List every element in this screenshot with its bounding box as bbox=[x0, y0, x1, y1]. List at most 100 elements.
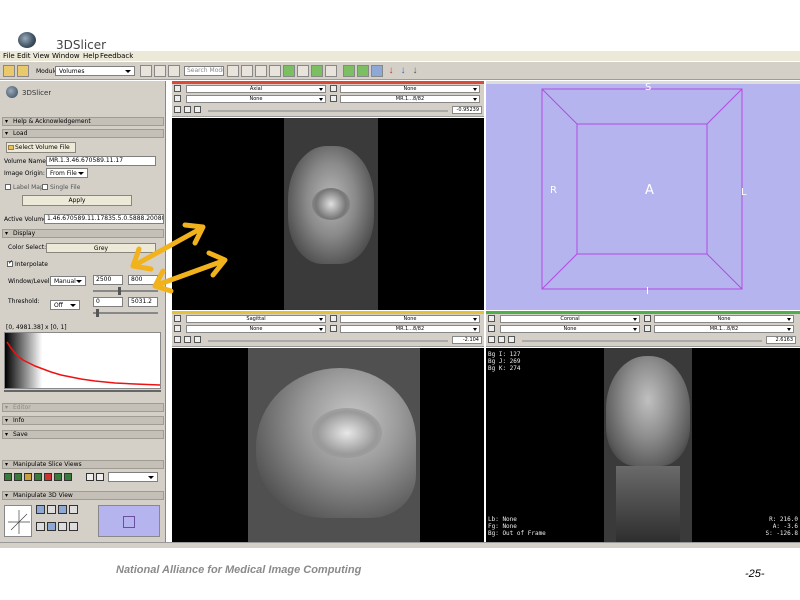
axial-label-icon[interactable] bbox=[174, 95, 181, 102]
menu-edit[interactable]: Edit bbox=[17, 51, 31, 61]
window-slider-handle[interactable] bbox=[118, 287, 121, 295]
axial-fg-icon[interactable] bbox=[330, 85, 337, 92]
layout-1-icon[interactable] bbox=[343, 65, 355, 77]
axes-widget[interactable] bbox=[4, 505, 32, 537]
section-load[interactable]: Load bbox=[2, 129, 164, 138]
axial-visibility-icon[interactable] bbox=[174, 106, 181, 113]
threshold-low-input[interactable]: 0 bbox=[93, 297, 123, 307]
menu-view[interactable]: View bbox=[33, 51, 50, 61]
3d-tool-3-icon[interactable] bbox=[58, 505, 67, 514]
toolbar-tool-2-icon[interactable] bbox=[241, 65, 253, 77]
3d-tool-1-icon[interactable] bbox=[36, 505, 45, 514]
axial-label-select[interactable]: None bbox=[186, 95, 326, 103]
sagittal-orientation-select[interactable]: Sagittal bbox=[186, 315, 326, 323]
sagittal-label-select[interactable]: None bbox=[186, 325, 326, 333]
section-info[interactable]: Info bbox=[2, 416, 164, 425]
3d-tool-2-icon[interactable] bbox=[47, 505, 56, 514]
volume-name-input[interactable]: MR.1.3.46.670589.11.17 bbox=[46, 156, 156, 166]
sagittal-pin-icon[interactable] bbox=[174, 315, 181, 322]
threshold-slider-handle[interactable] bbox=[96, 309, 99, 317]
coronal-layer-icon[interactable] bbox=[508, 336, 515, 343]
menu-help[interactable]: Help bbox=[83, 51, 99, 61]
toolbar-tool-4-icon[interactable] bbox=[269, 65, 281, 77]
single-file-checkbox[interactable] bbox=[42, 184, 48, 190]
forward-icon[interactable] bbox=[154, 65, 166, 77]
back-icon[interactable] bbox=[140, 65, 152, 77]
slice-tool-2-icon[interactable] bbox=[14, 473, 22, 481]
coronal-orientation-select[interactable]: Coronal bbox=[500, 315, 640, 323]
section-help[interactable]: Help & Acknowledgement bbox=[2, 117, 164, 126]
image-origin-select[interactable]: From File bbox=[46, 168, 88, 178]
section-save[interactable]: Save bbox=[2, 430, 164, 439]
toolbar-tool-3-icon[interactable] bbox=[255, 65, 267, 77]
axial-bg-icon[interactable] bbox=[330, 95, 337, 102]
coronal-fg-select[interactable]: None bbox=[654, 315, 794, 323]
coronal-offset-track[interactable] bbox=[522, 340, 762, 342]
slice-tool-4-icon[interactable] bbox=[34, 473, 42, 481]
sagittal-offset-track[interactable] bbox=[208, 340, 448, 342]
axial-orientation-select[interactable]: Axial bbox=[186, 85, 326, 93]
sagittal-visibility-icon[interactable] bbox=[174, 336, 181, 343]
coronal-pin-icon[interactable] bbox=[488, 315, 495, 322]
sagittal-layer-icon[interactable] bbox=[194, 336, 201, 343]
layout-3-icon[interactable] bbox=[371, 65, 383, 77]
three-d-view[interactable]: S R A L I bbox=[486, 81, 800, 310]
3d-tool-5-icon[interactable] bbox=[36, 522, 45, 531]
window-level-mode-select[interactable]: Manual bbox=[50, 276, 86, 286]
toolbar-tool-6-icon[interactable] bbox=[297, 65, 309, 77]
coronal-label-select[interactable]: None bbox=[500, 325, 640, 333]
load-scene-icon[interactable] bbox=[3, 65, 15, 77]
module-search-input[interactable]: Search Modules bbox=[184, 66, 224, 76]
place-arrow-icon[interactable]: ↓ bbox=[399, 65, 407, 77]
window-value-input[interactable]: 2500 bbox=[93, 275, 123, 285]
sagittal-bg-select[interactable]: MR.1...8/82 bbox=[340, 325, 480, 333]
select-volume-file-button[interactable]: Select Volume File bbox=[6, 142, 76, 153]
3d-tool-4-icon[interactable] bbox=[69, 505, 78, 514]
sagittal-offset-input[interactable]: -2.104 bbox=[452, 336, 482, 344]
coronal-bg-icon[interactable] bbox=[644, 325, 651, 332]
transform-arrow-icon[interactable]: ↓ bbox=[411, 65, 419, 77]
histogram[interactable] bbox=[4, 332, 161, 389]
save-scene-icon[interactable] bbox=[17, 65, 29, 77]
coronal-fg-icon[interactable] bbox=[644, 315, 651, 322]
slice-tool-1-icon[interactable] bbox=[4, 473, 12, 481]
axial-link-icon[interactable] bbox=[184, 106, 191, 113]
history-icon[interactable] bbox=[168, 65, 180, 77]
apply-button[interactable]: Apply bbox=[22, 195, 132, 206]
module-select[interactable]: Volumes bbox=[55, 66, 135, 76]
slice-tool-6-icon[interactable] bbox=[54, 473, 62, 481]
section-editor[interactable]: Editor bbox=[2, 403, 164, 412]
menu-file[interactable]: File bbox=[3, 51, 15, 61]
axial-layer-icon[interactable] bbox=[194, 106, 201, 113]
slice-tool-5-icon[interactable] bbox=[44, 473, 52, 481]
slice-tool-3-icon[interactable] bbox=[24, 473, 32, 481]
coronal-link-icon[interactable] bbox=[498, 336, 505, 343]
axial-offset-track[interactable] bbox=[208, 110, 448, 112]
3d-tool-8-icon[interactable] bbox=[69, 522, 78, 531]
toolbar-tool-7-icon[interactable] bbox=[311, 65, 323, 77]
sagittal-fg-icon[interactable] bbox=[330, 315, 337, 322]
sagittal-label-icon[interactable] bbox=[174, 325, 181, 332]
section-manipulate-slice-views[interactable]: Manipulate Slice Views bbox=[2, 460, 164, 469]
threshold-mode-select[interactable]: Off bbox=[50, 300, 80, 310]
slice-zoom-in-icon[interactable] bbox=[86, 473, 94, 481]
axial-bg-select[interactable]: MR.1...8/82 bbox=[340, 95, 480, 103]
3d-tool-6-icon[interactable] bbox=[47, 522, 56, 531]
sagittal-fg-select[interactable]: None bbox=[340, 315, 480, 323]
axial-offset-input[interactable]: -0.95239 bbox=[452, 106, 482, 114]
toolbar-tool-5-icon[interactable] bbox=[283, 65, 295, 77]
coronal-offset-input[interactable]: 2.6163 bbox=[766, 336, 796, 344]
axial-fg-select[interactable]: None bbox=[340, 85, 480, 93]
pick-arrow-icon[interactable]: ↓ bbox=[387, 65, 395, 77]
menu-window[interactable]: Window bbox=[52, 51, 80, 61]
menu-feedback[interactable]: Feedback bbox=[100, 51, 133, 61]
3d-navigator-thumbnail[interactable] bbox=[98, 505, 160, 537]
coronal-bg-select[interactable]: MR.1...8/82 bbox=[654, 325, 794, 333]
label-map-checkbox[interactable] bbox=[5, 184, 11, 190]
sagittal-view[interactable] bbox=[172, 348, 484, 542]
toolbar-tool-8-icon[interactable] bbox=[325, 65, 337, 77]
section-manipulate-3d-view[interactable]: Manipulate 3D View bbox=[2, 491, 164, 500]
sagittal-bg-icon[interactable] bbox=[330, 325, 337, 332]
coronal-view[interactable]: Bg I: 127 Bg J: 269 Bg K: 274 Lb: None F… bbox=[486, 348, 800, 542]
interpolate-checkbox[interactable] bbox=[7, 259, 13, 267]
